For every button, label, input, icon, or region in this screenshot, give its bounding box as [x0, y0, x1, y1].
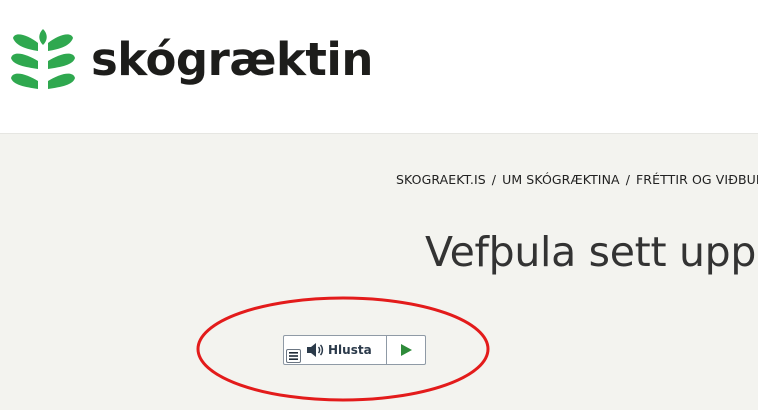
breadcrumb-item-home[interactable]: SKOGRAEKT.IS [396, 172, 486, 187]
breadcrumb: SKOGRAEKT.IS / UM SKÓGRÆKTINA / FRÉTTIR OG V… [396, 172, 758, 187]
play-button[interactable] [386, 336, 426, 364]
menu-lines-icon [289, 352, 298, 360]
speaker-icon [307, 343, 324, 357]
breadcrumb-item-about[interactable]: UM SKÓGRÆKTINA [502, 172, 620, 187]
tree-leaves-logo-icon [11, 29, 75, 89]
breadcrumb-separator: / [625, 172, 630, 187]
site-header: skógræktin [0, 0, 758, 134]
page-title: Vefþula sett upp [425, 228, 757, 276]
play-icon [401, 344, 412, 356]
breadcrumb-separator: / [491, 172, 497, 187]
breadcrumb-item-news[interactable]: FRÉTTIR OG VIÐBUR [636, 172, 758, 187]
listen-label: Hlusta [328, 343, 372, 357]
readspeaker-player: Hlusta [283, 335, 426, 365]
site-logo[interactable]: skógræktin [10, 29, 373, 93]
player-menu-button[interactable] [286, 349, 301, 363]
logo-wordmark: skógræktin [91, 33, 373, 86]
listen-button[interactable]: Hlusta [306, 336, 386, 364]
